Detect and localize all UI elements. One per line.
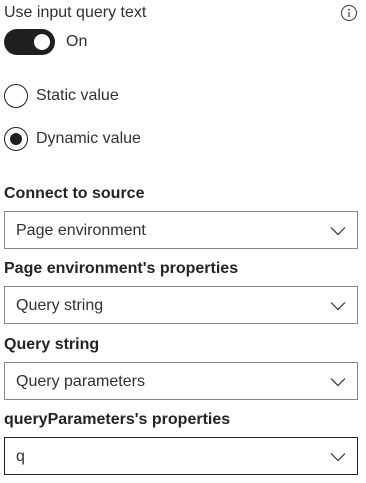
toggle-header: Use input query text	[4, 3, 362, 25]
radio-circle-selected	[4, 127, 28, 151]
toggle-knob	[34, 34, 50, 50]
toggle-state-label: On	[66, 33, 88, 50]
chevron-down-icon	[330, 453, 346, 462]
chevron-down-icon	[330, 378, 346, 387]
page-environment-properties-dropdown[interactable]: Query string	[4, 286, 358, 324]
query-parameters-properties-dropdown[interactable]: q	[4, 437, 358, 475]
toggle-row: On	[4, 29, 87, 55]
dropdown-value: Page environment	[16, 222, 146, 239]
radio-label-static: Static value	[36, 87, 119, 104]
toggle-title: Use input query text	[4, 4, 147, 21]
query-string-dropdown[interactable]: Query parameters	[4, 362, 358, 400]
radio-selected-dot	[10, 133, 22, 145]
dropdown-value: Query parameters	[16, 373, 145, 390]
query-text-toggle[interactable]	[4, 29, 55, 55]
chevron-down-icon	[330, 302, 346, 311]
chevron-down-icon	[330, 227, 346, 236]
connect-to-source-label: Connect to source	[4, 185, 145, 202]
info-icon[interactable]	[340, 4, 358, 22]
query-parameters-properties-label: queryParameters's properties	[4, 411, 231, 428]
page-environment-properties-label: Page environment's properties	[4, 260, 239, 277]
radio-label-dynamic: Dynamic value	[36, 130, 141, 147]
radio-static-value[interactable]: Static value	[4, 83, 119, 109]
dropdown-value: q	[16, 448, 25, 465]
dropdown-value: Query string	[16, 297, 104, 314]
radio-circle-unselected	[4, 84, 28, 108]
connect-to-source-dropdown[interactable]: Page environment	[4, 211, 358, 249]
query-string-label: Query string	[4, 336, 100, 353]
radio-dynamic-value[interactable]: Dynamic value	[4, 126, 141, 152]
